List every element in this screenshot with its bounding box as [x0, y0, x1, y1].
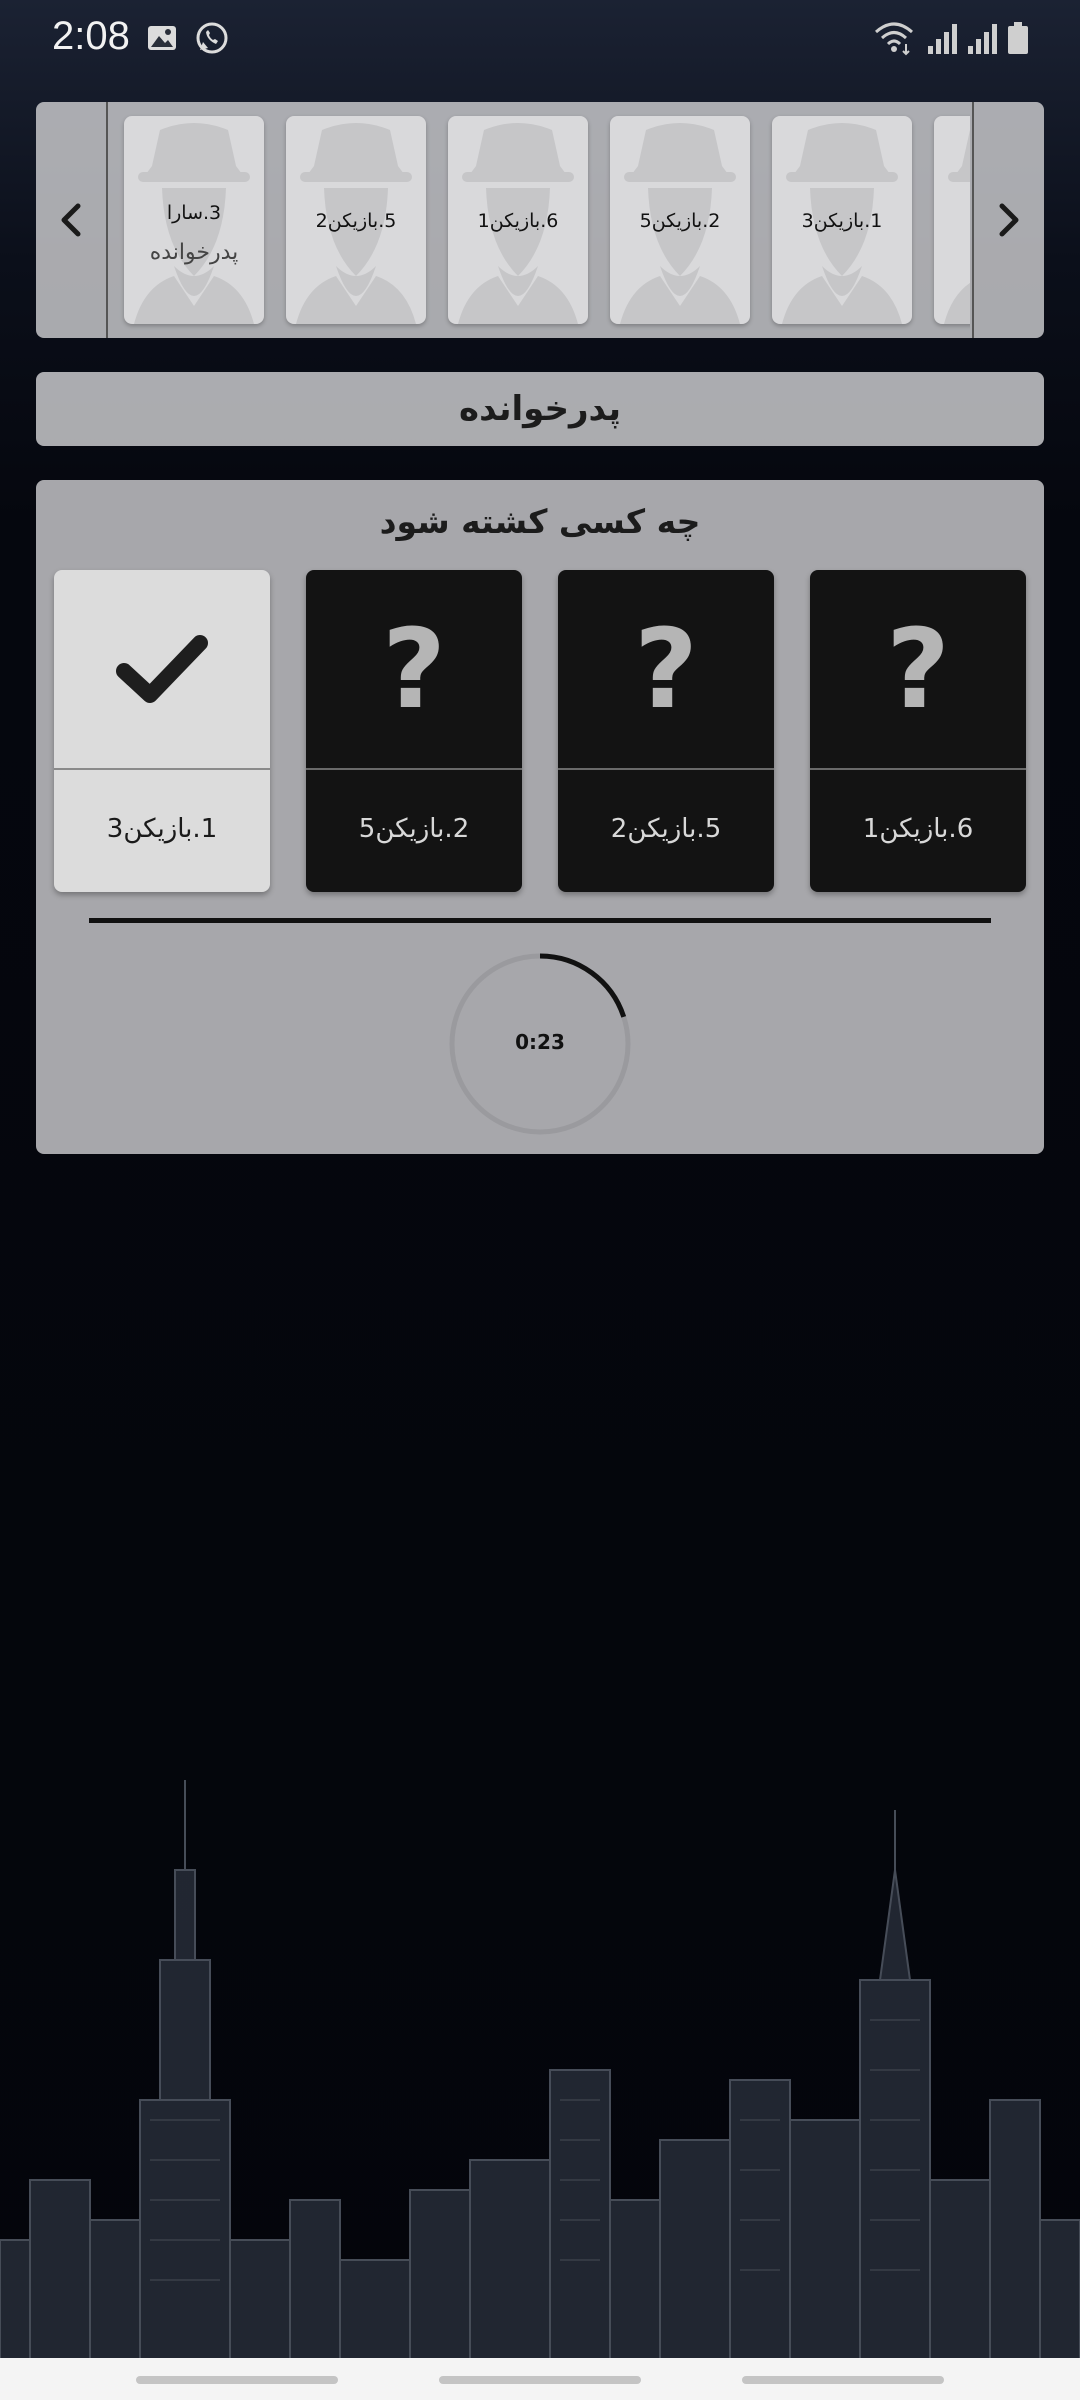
question-mark-icon: ? — [634, 605, 698, 733]
player-card-name: 2.بازیکن5 — [639, 210, 721, 232]
player-card-name: 6.بازیکن1 — [477, 210, 559, 232]
carousel-viewport: 3.سارا پدرخوانده 5.بازیکن2 6.بازیکن1 2.ب… — [108, 102, 970, 338]
player-card-name: 3.سارا — [166, 202, 222, 224]
role-title: پدرخوانده — [459, 389, 621, 429]
target-card-label: 1.بازیکن3 — [106, 814, 218, 844]
kill-vote-panel: چه کسی کشته شود ? 6.بازیکن1 ? 5.بازیکن2 … — [36, 480, 1044, 1154]
city-skyline-background — [0, 1780, 1080, 2360]
target-card-divider — [306, 768, 522, 770]
system-navigation-bar — [0, 2358, 1080, 2400]
target-card-icon-area — [54, 570, 270, 768]
target-card[interactable]: ? 5.بازیکن2 — [558, 570, 774, 892]
nav-recents-button[interactable] — [136, 2376, 338, 2384]
target-card[interactable]: ? 2.بازیکن5 — [306, 570, 522, 892]
signal-icon — [928, 24, 957, 54]
signal-icon — [968, 24, 997, 54]
gallery-icon — [148, 26, 176, 50]
whatsapp-icon — [196, 22, 228, 54]
nav-back-button[interactable] — [742, 2376, 944, 2384]
target-card-label: 6.بازیکن1 — [862, 814, 974, 844]
target-card-icon-area: ? — [306, 570, 522, 768]
target-card-label: 5.بازیکن2 — [610, 814, 722, 844]
carousel-track: 3.سارا پدرخوانده 5.بازیکن2 6.بازیکن1 2.ب… — [124, 116, 970, 324]
question-mark-icon: ? — [886, 605, 950, 733]
status-time: 2:08 — [52, 14, 130, 58]
target-card-divider — [810, 768, 1026, 770]
panel-divider — [89, 918, 991, 923]
kill-question: چه کسی کشته شود — [379, 502, 701, 541]
timer-text: 0:23 — [515, 1030, 565, 1054]
player-card[interactable]: 3.سارا پدرخوانده — [124, 116, 264, 324]
role-header: پدرخوانده — [36, 372, 1044, 446]
battery-icon — [1008, 22, 1028, 54]
status-bar: 2:08 — [0, 0, 1080, 80]
target-card[interactable]: ? 6.بازیکن1 — [810, 570, 1026, 892]
mafia-avatar-icon — [944, 130, 970, 324]
player-card[interactable]: 2.بازیکن5 — [610, 116, 750, 324]
target-card-divider — [558, 768, 774, 770]
target-card-divider — [54, 768, 270, 770]
players-carousel: 3.سارا پدرخوانده 5.بازیکن2 6.بازیکن1 2.ب… — [36, 102, 1044, 338]
checkmark-icon — [116, 635, 208, 703]
player-card-name: 5.بازیکن2 — [315, 210, 397, 232]
nav-home-button[interactable] — [439, 2376, 641, 2384]
question-mark-icon: ? — [382, 605, 446, 733]
player-card-role: پدرخوانده — [149, 240, 239, 265]
player-card-name: 1.بازیکن3 — [801, 210, 883, 232]
target-card-icon-area: ? — [558, 570, 774, 768]
player-card[interactable] — [934, 116, 970, 324]
carousel-prev-button[interactable] — [36, 102, 108, 338]
target-card-selected[interactable]: 1.بازیکن3 — [54, 570, 270, 892]
chevron-right-icon — [999, 203, 1019, 237]
player-card[interactable]: 5.بازیکن2 — [286, 116, 426, 324]
chevron-left-icon — [61, 203, 81, 237]
wifi-icon — [875, 22, 913, 56]
player-card[interactable]: 6.بازیکن1 — [448, 116, 588, 324]
countdown-timer: 0:23 — [448, 952, 632, 1136]
target-card-label: 2.بازیکن5 — [358, 814, 470, 844]
carousel-next-button[interactable] — [972, 102, 1044, 338]
target-card-icon-area: ? — [810, 570, 1026, 768]
player-card[interactable]: 1.بازیکن3 — [772, 116, 912, 324]
